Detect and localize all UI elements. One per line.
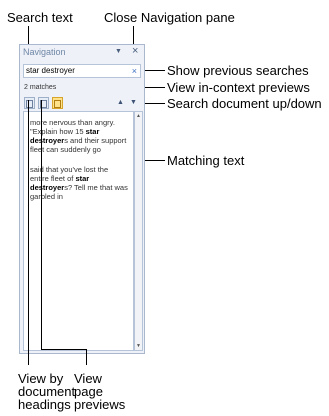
previous-result-button[interactable]: ▲ bbox=[117, 98, 124, 107]
results-icon bbox=[54, 100, 61, 108]
leader-line bbox=[86, 349, 87, 365]
list-item[interactable]: more nervous than angry. "Explain how 15… bbox=[28, 117, 130, 155]
navigation-pane: Navigation ▼ × star destroyer × 2 matche… bbox=[19, 44, 145, 354]
next-result-button[interactable]: ▼ bbox=[130, 98, 137, 107]
callout-search-document-up-down: Search document up/down bbox=[167, 96, 322, 111]
close-pane-button[interactable]: × bbox=[132, 46, 138, 57]
callout-view-by-document-headings: View by document headings bbox=[18, 371, 76, 412]
pane-title: Navigation bbox=[23, 47, 66, 57]
clear-search-icon[interactable]: × bbox=[132, 65, 137, 77]
scroll-up-icon[interactable]: ▲ bbox=[135, 112, 142, 120]
callout-matching-text: Matching text bbox=[167, 153, 245, 168]
callout-view-in-context-previews: View in-context previews bbox=[167, 80, 310, 95]
leader-line bbox=[41, 349, 87, 350]
results-scrollbar[interactable]: ▲ ▼ bbox=[134, 111, 143, 351]
leader-line bbox=[142, 103, 165, 104]
callout-close-navigation-pane: Close Navigation pane bbox=[104, 10, 235, 25]
view-headings-button[interactable] bbox=[24, 97, 35, 109]
callout-view-page-previews: View page previews bbox=[74, 371, 126, 412]
scroll-down-icon[interactable]: ▼ bbox=[135, 342, 142, 350]
leader-line bbox=[28, 100, 29, 365]
view-pages-button[interactable] bbox=[38, 97, 49, 109]
list-item[interactable]: said that you've lost the entire fleet o… bbox=[28, 164, 130, 202]
search-input-value: star destroyer bbox=[26, 66, 75, 75]
view-results-button[interactable] bbox=[52, 97, 63, 109]
leader-line bbox=[41, 100, 42, 350]
callout-search-text: Search text bbox=[7, 10, 73, 25]
search-input[interactable]: star destroyer × bbox=[23, 64, 141, 78]
results-list: more nervous than angry. "Explain how 15… bbox=[23, 111, 134, 351]
callout-show-previous-searches: Show previous searches bbox=[167, 63, 309, 78]
match-count: 2 matches bbox=[24, 84, 57, 91]
dropdown-arrow-icon[interactable]: ▼ bbox=[115, 48, 122, 55]
